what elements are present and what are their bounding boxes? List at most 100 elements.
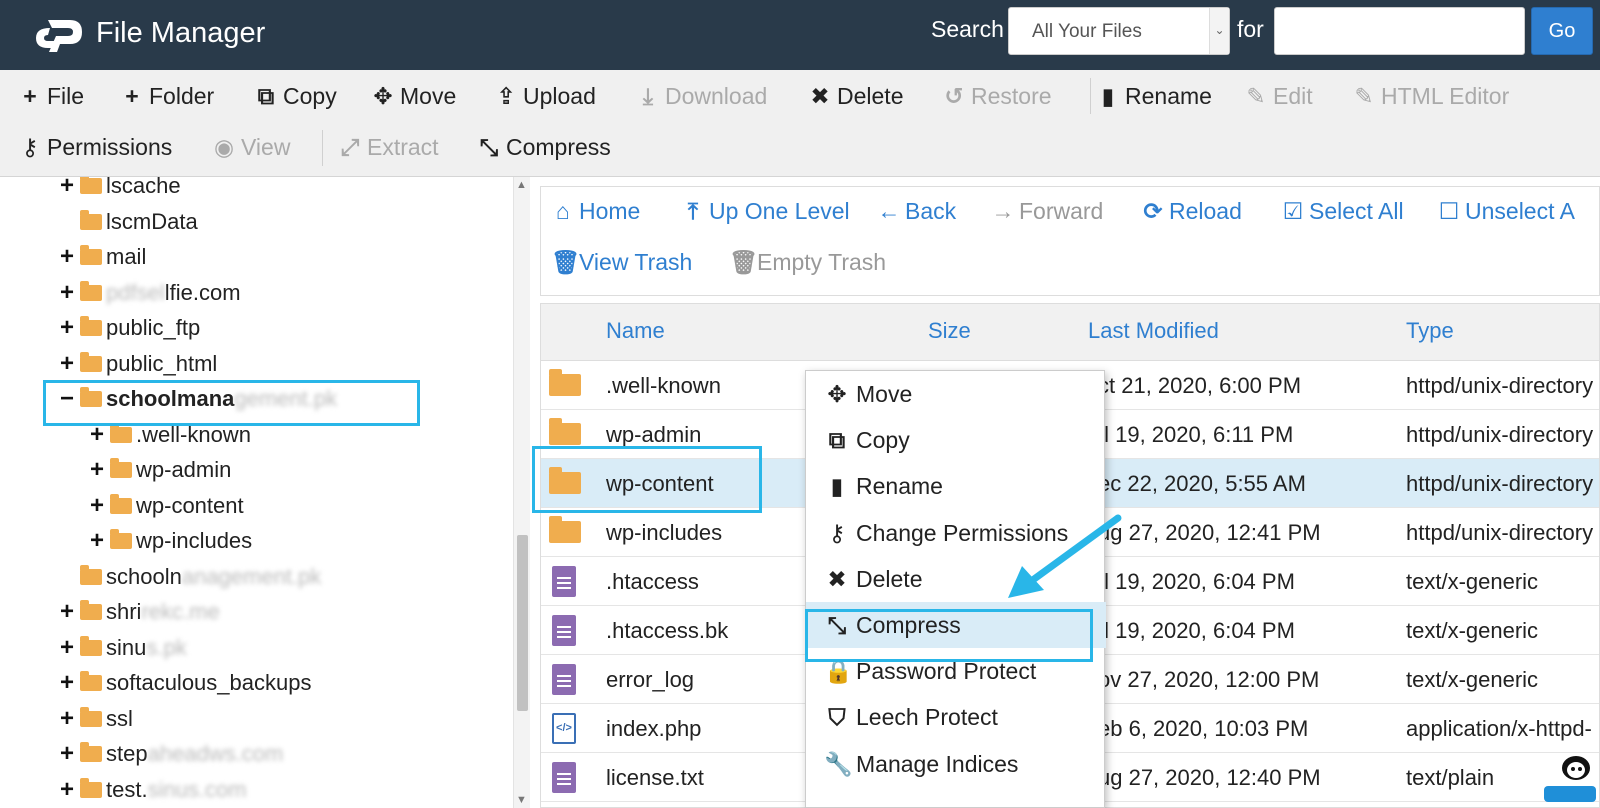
undo-icon: ↺ [944,83,964,109]
expand-icon[interactable]: + [56,634,78,662]
move-icon: ✥ [373,83,393,109]
top-header: File Manager Search All Your Files ⌄ for… [0,0,1600,70]
cell-type: httpd/unix-directory [1406,471,1594,496]
cell-type: text/x-generic [1406,618,1539,643]
expand-icon[interactable]: + [56,705,78,733]
checkbox-empty-icon: ☐ [1438,198,1460,224]
checkbox-checked-icon: ☑ [1282,198,1304,224]
html-editor-button-label: HTML Editor [1381,83,1510,109]
scrollbar-thumb[interactable] [517,535,528,711]
expand-icon[interactable]: + [86,456,108,484]
expand-icon[interactable]: + [56,243,78,271]
search-input[interactable] [1274,7,1525,55]
compress-button[interactable]: ⤡ Compress [477,130,611,164]
tree-item[interactable]: + wp-includes [86,524,252,558]
tree-item[interactable]: + wp-admin [86,453,231,487]
up-one-level-link[interactable]: ⤒ Up One Level [681,194,850,228]
forward-link-label: Forward [1019,198,1104,224]
for-label: for [1237,16,1264,42]
sheep-logo-icon [1544,756,1596,802]
cell-modified: eb 6, 2020, 10:03 PM [1098,716,1309,741]
move-button-label: Move [400,83,457,109]
go-button[interactable]: Go [1531,7,1593,55]
tree-item[interactable]: schooln anagement.pk [56,560,321,594]
tree-item[interactable]: + wp-content [86,489,244,523]
redacted-text: aheadws.com [147,741,284,766]
ctx-change-permissions[interactable]: ⚷ Change Permissions [806,510,1106,556]
tree-item[interactable]: + ssl [56,702,133,736]
tree-item[interactable]: + public_ftp [56,311,200,345]
expand-icon[interactable]: + [56,669,78,697]
search-scope-select[interactable]: All Your Files ⌄ [1008,7,1230,55]
tree-item[interactable]: + sinu s.pk [56,631,187,665]
cell-name: .htaccess.bk [606,618,729,643]
tree-item[interactable]: + lscache [56,177,181,203]
file-button[interactable]: + File [18,79,84,113]
column-header-last-modified[interactable]: Last Modified [1088,318,1219,344]
home-link[interactable]: ⌂ Home [551,194,640,228]
view-button: ◉ View [212,130,290,164]
cpanel-logo-icon [36,20,82,52]
cell-type: httpd/unix-directory [1406,520,1594,545]
tree-scrollbar[interactable]: ▲ ▼ [513,177,530,808]
tree-item[interactable]: + mail [56,240,146,274]
expand-icon[interactable]: + [56,314,78,342]
tree-item[interactable]: + softaculous_backups [56,666,311,700]
chevron-down-icon[interactable]: ▼ [516,794,527,806]
ctx-leech-protect-label: Leech Protect [856,704,998,731]
expand-icon[interactable]: + [56,279,78,307]
extract-button: ⤢ Extract [338,130,439,164]
delete-button[interactable]: ✖ Delete [808,79,903,113]
tree-item[interactable]: + shri rekc.me [56,595,220,629]
tree-item-label: ssl [106,705,133,731]
cell-modified: ct 21, 2020, 6:00 PM [1098,373,1302,398]
expand-icon[interactable]: + [86,527,108,555]
permissions-button[interactable]: ⚷ Permissions [18,130,173,164]
column-header-name[interactable]: Name [606,318,665,344]
cell-name: wp-includes [606,520,723,545]
upload-button[interactable]: ⇪ Upload [494,79,596,113]
tree-item[interactable]: + test. sinus.com [56,773,247,807]
copy-button[interactable]: ⧉ Copy [254,79,337,113]
column-header-type[interactable]: Type [1406,318,1454,344]
tree-item[interactable]: + pdfsel lfie.com [56,276,241,310]
tree-item[interactable]: + step aheadws.com [56,737,283,771]
ctx-manage-indices[interactable]: 🔧 Manage Indices [806,741,1106,787]
app-title: File Manager [96,17,266,49]
html-editor-button: ✎ HTML Editor [1352,79,1509,113]
expand-icon[interactable]: + [56,598,78,626]
redacted-text: s.pk [146,634,187,660]
ctx-leech-protect[interactable]: ⛉ Leech Protect [806,694,1106,740]
select-all-link[interactable]: ☑ Select All [1281,194,1404,228]
forward-link: → Forward [991,194,1104,228]
ctx-rename[interactable]: ▮ Rename [806,463,1106,509]
ctx-delete[interactable]: ✖ Delete [806,556,1106,602]
column-header-size[interactable]: Size [928,318,971,344]
expand-icon[interactable]: + [56,776,78,804]
ctx-move[interactable]: ✥ Move [806,371,1106,417]
arrow-up-icon: ⤒ [687,198,699,224]
ctx-copy-label: Copy [856,427,910,454]
cell-type: text/plain [1406,765,1495,790]
tree-item[interactable]: lscmData [56,205,198,239]
folder-button[interactable]: + Folder [120,79,214,113]
rename-button[interactable]: ▮ Rename [1096,79,1212,113]
move-button[interactable]: ✥ Move [371,79,456,113]
back-link[interactable]: ← Back [877,194,957,228]
arrow-right-icon: → [991,198,1015,224]
wrench-icon: 🔧 [824,750,853,777]
file-navigation-bar: ⌂ Home ⤒ Up One Level ← Back → Forward ⟳ Reload ☑ S… [540,186,1600,296]
move-icon: ✥ [827,381,847,407]
view-trash-link[interactable]: 🗑View Trash [551,245,692,279]
expand-icon[interactable]: + [86,492,108,520]
chevron-up-icon[interactable]: ▲ [516,179,527,191]
expand-icon[interactable]: + [56,177,78,200]
tree-item[interactable]: + public_html [56,347,217,381]
cell-type: httpd/unix-directory [1406,422,1594,447]
unselect-all-link[interactable]: ☐ Unselect A [1437,194,1575,228]
expand-icon[interactable]: + [56,350,78,378]
reload-link[interactable]: ⟳ Reload [1141,194,1242,228]
ctx-copy[interactable]: ⧉ Copy [806,417,1106,463]
cell-type: application/x-httpd- [1406,716,1592,741]
expand-icon[interactable]: + [56,740,78,768]
